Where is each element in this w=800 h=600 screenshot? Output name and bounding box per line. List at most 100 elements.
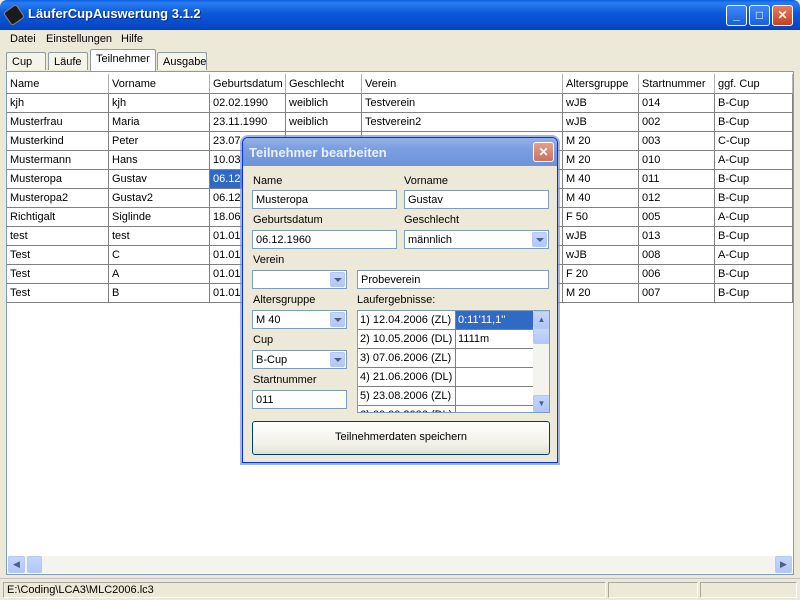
cell-verein[interactable]: Testverein xyxy=(362,94,563,113)
menu-hilfe[interactable]: Hilfe xyxy=(121,33,143,45)
cell-cup[interactable]: A-Cup xyxy=(715,208,793,227)
cell-name[interactable]: Test xyxy=(7,284,109,303)
cell-cup[interactable]: C-Cup xyxy=(715,132,793,151)
column-header-startnummer[interactable]: Startnummer xyxy=(639,74,715,94)
startnummer-field[interactable]: 011 xyxy=(252,390,347,409)
cell-verein[interactable]: Testverein2 xyxy=(362,113,563,132)
tab-teilnehmer[interactable]: Teilnehmer xyxy=(90,49,156,71)
cell-vorname[interactable]: test xyxy=(109,227,210,246)
menu-datei[interactable]: Datei xyxy=(10,33,36,45)
result-date[interactable]: 2) 10.05.2006 (DL) xyxy=(358,330,456,349)
result-value[interactable]: 0:11'11,1'' xyxy=(456,311,534,330)
cell-startnummer[interactable]: 005 xyxy=(639,208,715,227)
result-row[interactable]: 2) 10.05.2006 (DL) 1111m xyxy=(358,330,534,349)
cell-altersgruppe[interactable]: M 20 xyxy=(563,151,639,170)
cell-vorname[interactable]: Peter xyxy=(109,132,210,151)
cell-name[interactable]: Test xyxy=(7,246,109,265)
cell-geburtsdatum[interactable]: 23.11.1990 xyxy=(210,113,286,132)
horizontal-scrollbar[interactable]: ◀ ▶ xyxy=(8,556,792,573)
cell-cup[interactable]: B-Cup xyxy=(715,227,793,246)
cell-cup[interactable]: B-Cup xyxy=(715,170,793,189)
verein-select[interactable] xyxy=(252,270,347,289)
result-row[interactable]: 5) 23.08.2006 (ZL) xyxy=(358,387,534,406)
tab-cup[interactable]: Cup xyxy=(6,52,46,70)
result-value[interactable] xyxy=(456,368,534,387)
cell-cup[interactable]: B-Cup xyxy=(715,189,793,208)
cell-altersgruppe[interactable]: M 40 xyxy=(563,170,639,189)
cell-name[interactable]: Test xyxy=(7,265,109,284)
cell-cup[interactable]: B-Cup xyxy=(715,94,793,113)
column-header-geschlecht[interactable]: Geschlecht xyxy=(286,74,362,94)
cell-geburtsdatum[interactable]: 02.02.1990 xyxy=(210,94,286,113)
cell-startnummer[interactable]: 002 xyxy=(639,113,715,132)
cell-cup[interactable]: A-Cup xyxy=(715,151,793,170)
result-value[interactable] xyxy=(456,406,534,412)
scroll-up-icon[interactable]: ▲ xyxy=(533,311,549,328)
tab-laeufe[interactable]: Läufe xyxy=(48,52,88,70)
chevron-down-icon[interactable] xyxy=(330,312,345,327)
cell-geschlecht[interactable]: weiblich xyxy=(286,94,362,113)
cell-name[interactable]: kjh xyxy=(7,94,109,113)
cell-startnummer[interactable]: 012 xyxy=(639,189,715,208)
cell-altersgruppe[interactable]: wJB xyxy=(563,94,639,113)
cell-vorname[interactable]: B xyxy=(109,284,210,303)
cell-vorname[interactable]: kjh xyxy=(109,94,210,113)
cell-altersgruppe[interactable]: M 20 xyxy=(563,132,639,151)
verein-field[interactable]: Probeverein xyxy=(357,270,549,289)
cell-name[interactable]: Mustermann xyxy=(7,151,109,170)
cell-altersgruppe[interactable]: F 50 xyxy=(563,208,639,227)
cell-startnummer[interactable]: 006 xyxy=(639,265,715,284)
result-value[interactable] xyxy=(456,387,534,406)
result-date[interactable]: 5) 23.08.2006 (ZL) xyxy=(358,387,456,406)
cell-cup[interactable]: B-Cup xyxy=(715,265,793,284)
result-row[interactable]: 4) 21.06.2006 (DL) xyxy=(358,368,534,387)
cell-altersgruppe[interactable]: wJB xyxy=(563,113,639,132)
result-row[interactable]: 1) 12.04.2006 (ZL) 0:11'11,1'' xyxy=(358,311,534,330)
cell-name[interactable]: Musterkind xyxy=(7,132,109,151)
result-row[interactable]: 6) 00.00.2006 (DL) xyxy=(358,406,534,412)
cell-startnummer[interactable]: 008 xyxy=(639,246,715,265)
geschlecht-select[interactable]: männlich xyxy=(404,230,549,249)
result-date[interactable]: 6) 00.00.2006 (DL) xyxy=(358,406,456,412)
menu-einstellungen[interactable]: Einstellungen xyxy=(46,33,112,45)
column-header-altersgruppe[interactable]: Altersgruppe xyxy=(563,74,639,94)
column-header-verein[interactable]: Verein xyxy=(362,74,563,94)
cell-altersgruppe[interactable]: F 20 xyxy=(563,265,639,284)
dialog-close-icon[interactable]: ✕ xyxy=(533,142,554,162)
cell-vorname[interactable]: Siglinde xyxy=(109,208,210,227)
cell-vorname[interactable]: Maria xyxy=(109,113,210,132)
result-value[interactable] xyxy=(456,349,534,368)
cell-name[interactable]: Musterfrau xyxy=(7,113,109,132)
dialog-title-bar[interactable]: Teilnehmer bearbeiten ✕ xyxy=(243,138,557,166)
cell-geschlecht[interactable]: weiblich xyxy=(286,113,362,132)
column-header-cup[interactable]: ggf. Cup xyxy=(715,74,793,94)
altersgruppe-select[interactable]: M 40 xyxy=(252,310,347,329)
cell-vorname[interactable]: Gustav xyxy=(109,170,210,189)
result-date[interactable]: 3) 07.06.2006 (ZL) xyxy=(358,349,456,368)
column-header-vorname[interactable]: Vorname xyxy=(109,74,210,94)
vertical-scrollbar[interactable]: ▲ ▼ xyxy=(533,311,549,412)
scroll-thumb[interactable] xyxy=(27,556,42,573)
scroll-down-icon[interactable]: ▼ xyxy=(533,395,549,412)
minimize-button[interactable]: _ xyxy=(726,5,747,26)
cell-startnummer[interactable]: 010 xyxy=(639,151,715,170)
scroll-right-icon[interactable]: ▶ xyxy=(775,556,792,573)
column-header-name[interactable]: Name xyxy=(7,74,109,94)
save-participant-button[interactable]: Teilnehmerdaten speichern xyxy=(252,421,550,455)
cell-cup[interactable]: A-Cup xyxy=(715,246,793,265)
cell-altersgruppe[interactable]: M 20 xyxy=(563,284,639,303)
cell-startnummer[interactable]: 007 xyxy=(639,284,715,303)
cell-name[interactable]: Musteropa2 xyxy=(7,189,109,208)
cell-vorname[interactable]: Hans xyxy=(109,151,210,170)
result-value[interactable]: 1111m xyxy=(456,330,534,349)
cell-name[interactable]: Richtigalt xyxy=(7,208,109,227)
scroll-left-icon[interactable]: ◀ xyxy=(8,556,25,573)
cell-name[interactable]: test xyxy=(7,227,109,246)
cell-startnummer[interactable]: 013 xyxy=(639,227,715,246)
laufergebnisse-list[interactable]: 1) 12.04.2006 (ZL) 0:11'11,1'' 2) 10.05.20… xyxy=(357,310,550,413)
cell-startnummer[interactable]: 011 xyxy=(639,170,715,189)
geburtsdatum-field[interactable]: 06.12.1960 xyxy=(252,230,397,249)
column-header-geburtsdatum[interactable]: Geburtsdatum xyxy=(210,74,286,94)
result-row[interactable]: 3) 07.06.2006 (ZL) xyxy=(358,349,534,368)
cell-startnummer[interactable]: 003 xyxy=(639,132,715,151)
